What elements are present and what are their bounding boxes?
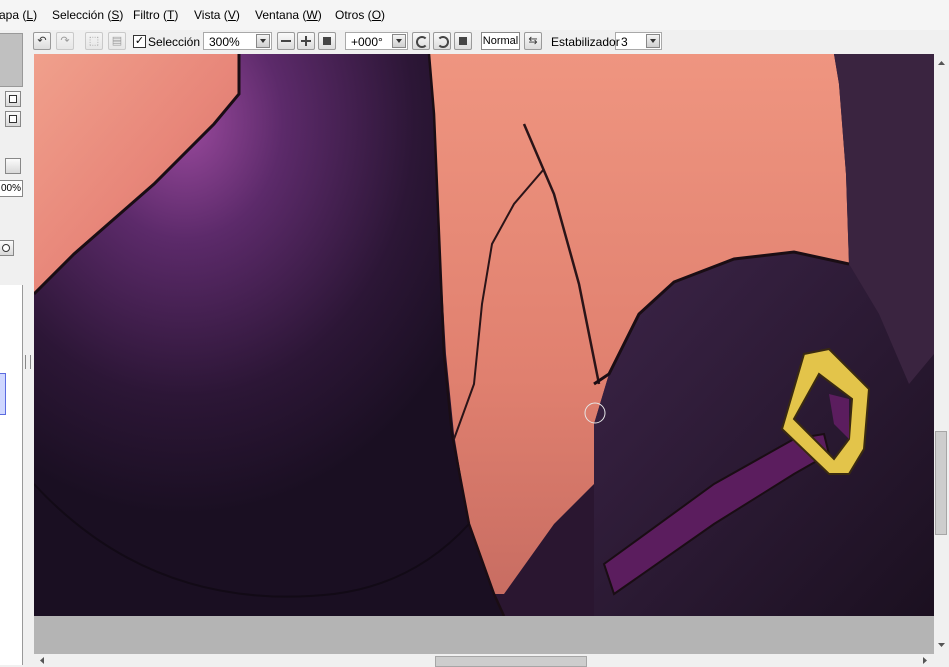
undo-icon: ↶ [37,35,47,47]
menu-ventana[interactable]: Ventana (W) [255,8,322,22]
menu-seleccion-label: Selección [52,8,105,22]
menu-otros[interactable]: Otros (O) [335,8,385,22]
menu-filtro-label: Filtro [133,8,160,22]
reset-icon [323,37,331,45]
color-preview [0,33,23,87]
rotate-left-button[interactable] [412,32,430,50]
menu-otros-label: Otros [335,8,365,22]
blend-mode-button[interactable]: Normal [481,32,520,50]
rotate-right-button[interactable] [433,32,451,50]
drawing-canvas[interactable] [34,54,934,616]
redo-button[interactable]: ↷ [56,32,74,50]
scroll-down-icon[interactable] [935,638,948,651]
scroll-right-icon[interactable] [918,654,931,667]
panel-toggle-button-1[interactable] [5,91,21,107]
menu-filtro[interactable]: Filtro (T) [133,8,178,22]
scroll-left-icon[interactable] [36,654,49,667]
menu-vista[interactable]: Vista (V) [194,8,240,22]
rotation-select[interactable]: +000° [345,32,408,50]
zoom-select[interactable]: 300% [203,32,272,50]
square-icon [9,95,17,103]
stabilizer-value: 3 [621,35,628,49]
rotation-value: +000° [351,35,383,49]
menu-ventana-key: W [306,8,318,22]
deselect-button[interactable]: ⬚ [85,32,103,50]
panel-circle-button[interactable] [0,240,14,256]
invert-selection-button[interactable]: ▤ [108,32,126,50]
panel-resize-handle[interactable] [25,355,31,369]
selection-label: Selección [148,35,201,49]
redo-icon: ↷ [60,35,70,47]
menu-capa-key: L [26,8,34,22]
menu-seleccion[interactable]: Selección (S) [52,8,123,22]
check-icon: ✓ [134,35,145,47]
zoom-in-button[interactable] [297,32,315,50]
horizontal-scrollbar[interactable] [34,654,934,667]
panel-dropdown-button[interactable] [5,158,21,174]
zoom-reset-button[interactable] [318,32,336,50]
circle-icon [2,244,10,252]
zoom-value: 300% [209,35,240,49]
chevron-down-icon [256,34,270,48]
canvas-surround [34,616,934,654]
menu-filtro-key: T [167,8,175,22]
opacity-value: 00% [0,183,21,194]
invert-selection-icon: ▤ [111,35,123,47]
vertical-scroll-thumb[interactable] [935,431,947,535]
undo-button[interactable]: ↶ [33,32,51,50]
stabilizer-label: Estabilizador [551,35,620,49]
horizontal-scroll-thumb[interactable] [435,656,587,667]
reset-icon [459,37,467,45]
rotate-reset-button[interactable] [454,32,472,50]
panel-toggle-button-2[interactable] [5,111,21,127]
rotate-left-icon [416,36,428,48]
artwork [34,54,934,616]
plus-icon-vertical [305,36,307,46]
menu-seleccion-key: S [111,8,120,22]
menu-bar: apa (L) Selección (S) Filtro (T) Vista (… [0,0,949,30]
chevron-down-icon [646,34,660,48]
selection-checkbox[interactable]: ✓ [133,35,146,48]
menu-ventana-label: Ventana [255,8,300,22]
deselect-icon: ⬚ [88,35,100,47]
menu-capa[interactable]: apa (L) [0,8,37,22]
layer-list[interactable] [0,285,23,665]
minus-icon [281,40,291,42]
menu-vista-label: Vista [194,8,221,22]
opacity-field[interactable]: 00% [0,180,23,197]
scroll-up-icon[interactable] [935,57,948,70]
selected-layer[interactable] [0,373,6,415]
vertical-scrollbar[interactable] [934,54,949,654]
zoom-out-button[interactable] [277,32,295,50]
stabilizer-select[interactable]: 3 [615,32,662,50]
flip-icon: ⇆ [528,35,538,47]
flip-horizontal-button[interactable]: ⇆ [524,32,542,50]
chevron-down-icon [392,34,406,48]
menu-vista-key: V [227,8,236,22]
menu-otros-key: O [371,8,382,22]
square-icon [9,115,17,123]
menu-capa-label: apa [0,8,20,22]
rotate-right-icon [437,36,449,48]
